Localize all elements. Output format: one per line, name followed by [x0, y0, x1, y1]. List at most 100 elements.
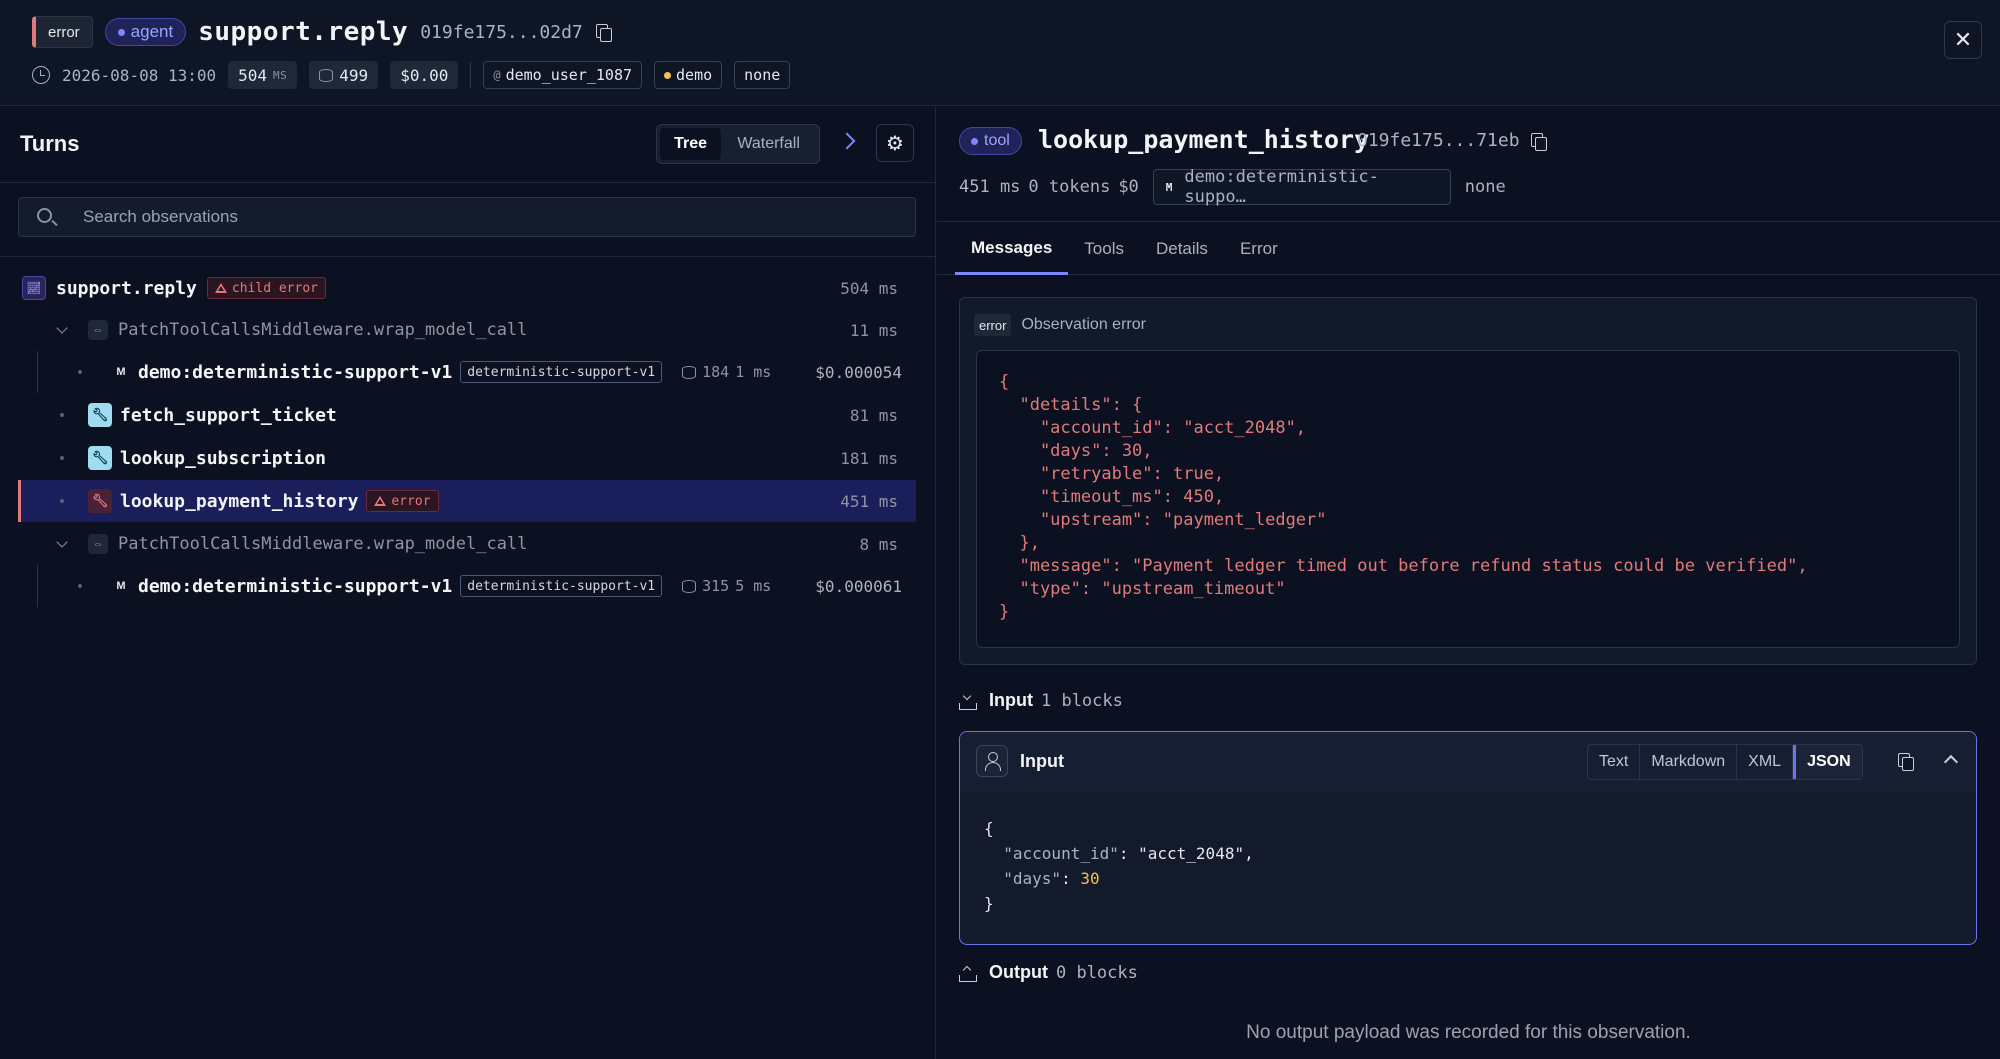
environment-tag[interactable]: demo [654, 61, 723, 89]
error-chip: error [366, 490, 439, 512]
code-line: }, [999, 533, 1040, 553]
tree-row-selected[interactable]: 🔧︎ lookup_payment_history error 451 ms [18, 480, 916, 522]
copy-icon[interactable] [595, 23, 613, 42]
model-chip: deterministic-support-v1 [460, 361, 663, 383]
gear-icon: ⚙ [886, 132, 904, 155]
turns-panel: Turns Tree Waterfall ⚙ 📈︎ support.reply … [0, 107, 936, 1059]
input-card-header: Input Text Markdown XML JSON [960, 732, 1976, 792]
row-name: lookup_payment_history [120, 490, 359, 512]
code-line: "timeout_ms": 450, [999, 487, 1225, 507]
row-duration: 451 ms [840, 491, 898, 511]
waterfall-view-button[interactable]: Waterfall [721, 128, 816, 160]
upload-icon [959, 964, 977, 982]
input-block-count: 1 blocks [1040, 690, 1123, 711]
row-duration: 1 ms [735, 363, 772, 381]
tab-error[interactable]: Error [1224, 223, 1294, 275]
user-icon [976, 745, 1008, 777]
database-icon [319, 68, 334, 82]
code-line: "details": { [999, 395, 1143, 415]
row-cost: $0.000061 [815, 576, 902, 596]
bullet-icon [60, 499, 64, 503]
tree-row[interactable]: ⇔ PatchToolCallsMiddleware.wrap_model_ca… [18, 523, 916, 565]
tab-messages[interactable]: Messages [955, 223, 1069, 275]
output-section-header[interactable]: Output 0 blocks [959, 962, 1138, 983]
copy-icon[interactable] [1897, 752, 1915, 771]
format-text-button[interactable]: Text [1588, 745, 1641, 779]
model-icon: M [116, 580, 126, 592]
code-line: "days": 30, [999, 441, 1153, 461]
row-token-count: 184 [702, 363, 730, 381]
close-button[interactable]: ✕ [1944, 21, 1982, 59]
bullet-icon [78, 370, 82, 374]
row-duration: 504 ms [840, 278, 898, 298]
release-tag[interactable]: none [734, 61, 791, 89]
search-input[interactable] [83, 198, 883, 236]
timestamp: 2026-08-08 13:00 [62, 65, 217, 85]
type-badge-label: agent [130, 22, 174, 41]
tree-row[interactable]: 🔧︎ lookup_subscription 181 ms [18, 437, 916, 479]
model-chip: deterministic-support-v1 [460, 575, 663, 597]
chevron-down-icon[interactable] [56, 536, 68, 548]
observation-cost: $0 [1118, 177, 1139, 197]
warning-icon [374, 496, 387, 506]
input-json: { "account_id": "acct_2048", "days": 30 … [984, 816, 1254, 916]
divider [470, 62, 472, 88]
row-duration: 11 ms [849, 320, 898, 340]
chevron-right-icon[interactable] [838, 132, 856, 150]
observation-panel: tool lookup_payment_history 019fe175...7… [937, 107, 2000, 1059]
tokens-value: 499 [339, 65, 369, 85]
top-header: error agent support.reply 019fe175...02d… [0, 0, 2000, 106]
row-duration: 181 ms [840, 448, 898, 468]
json-key: "account_id" [1003, 844, 1119, 863]
link-icon: ⇔ [88, 534, 108, 554]
tree-row[interactable]: 📈︎ support.reply child error 504 ms [18, 267, 916, 309]
model-tag[interactable]: M demo:deterministic-suppo… [1152, 167, 1451, 207]
tab-tools[interactable]: Tools [1068, 223, 1140, 275]
page-title: support.reply [198, 17, 409, 47]
output-block-count: 0 blocks [1055, 962, 1138, 983]
error-badge: error [974, 314, 1012, 336]
tree-row[interactable]: M demo:deterministic-support-v1 determin… [18, 565, 916, 607]
chevron-down-icon[interactable] [56, 322, 68, 334]
latency-value: 504 [238, 65, 268, 85]
header-meta-row: 2026-08-08 13:00 504 MS 499 $0.00 @ demo… [32, 61, 791, 89]
model-name: demo:deterministic-suppo… [1184, 167, 1379, 207]
tab-details[interactable]: Details [1140, 223, 1224, 275]
row-token-count: 315 [702, 577, 730, 595]
format-json-button[interactable]: JSON [1793, 745, 1862, 779]
tree-row[interactable]: 🔧︎ fetch_support_ticket 81 ms [18, 394, 916, 436]
format-xml-button[interactable]: XML [1737, 745, 1794, 779]
observation-release: none [1464, 177, 1506, 197]
search-box [18, 197, 916, 237]
format-markdown-button[interactable]: Markdown [1640, 745, 1738, 779]
observation-latency: 451 ms [959, 177, 1021, 197]
row-name: support.reply [56, 277, 197, 299]
code-line: { [984, 819, 994, 838]
wrench-icon: 🔧︎ [88, 403, 112, 427]
warning-icon [214, 283, 227, 293]
tree-row[interactable]: ⇔ PatchToolCallsMiddleware.wrap_model_ca… [18, 309, 916, 351]
wrench-icon: 🔧︎ [88, 446, 112, 470]
row-tokens: 184 1 ms [682, 363, 771, 381]
chip-label: child error [231, 280, 318, 296]
code-line: "account_id": "acct_2048", [999, 418, 1307, 438]
error-card-header: error Observation error [974, 314, 1146, 336]
latency-unit: MS [273, 68, 288, 82]
chart-icon: 📈︎ [22, 276, 46, 300]
json-comma: , [1244, 844, 1254, 863]
copy-icon[interactable] [1530, 132, 1548, 151]
settings-button[interactable]: ⚙ [876, 124, 914, 162]
database-icon [682, 579, 697, 593]
user-tag[interactable]: @ demo_user_1087 [483, 61, 643, 89]
tree-view-button[interactable]: Tree [660, 128, 722, 160]
chevron-up-icon[interactable] [1943, 754, 1959, 770]
code-line: "message": "Payment ledger timed out bef… [999, 556, 1808, 576]
tree-row[interactable]: M demo:deterministic-support-v1 determin… [18, 351, 916, 393]
turns-header: Turns Tree Waterfall ⚙ [0, 107, 936, 183]
link-icon: ⇔ [88, 320, 108, 340]
input-section-header[interactable]: Input 1 blocks [959, 690, 1123, 711]
download-icon [959, 692, 977, 710]
code-line: "upstream": "payment_ledger" [999, 510, 1327, 530]
row-tokens: 315 5 ms [682, 577, 771, 595]
row-name: PatchToolCallsMiddleware.wrap_model_call [118, 534, 528, 554]
